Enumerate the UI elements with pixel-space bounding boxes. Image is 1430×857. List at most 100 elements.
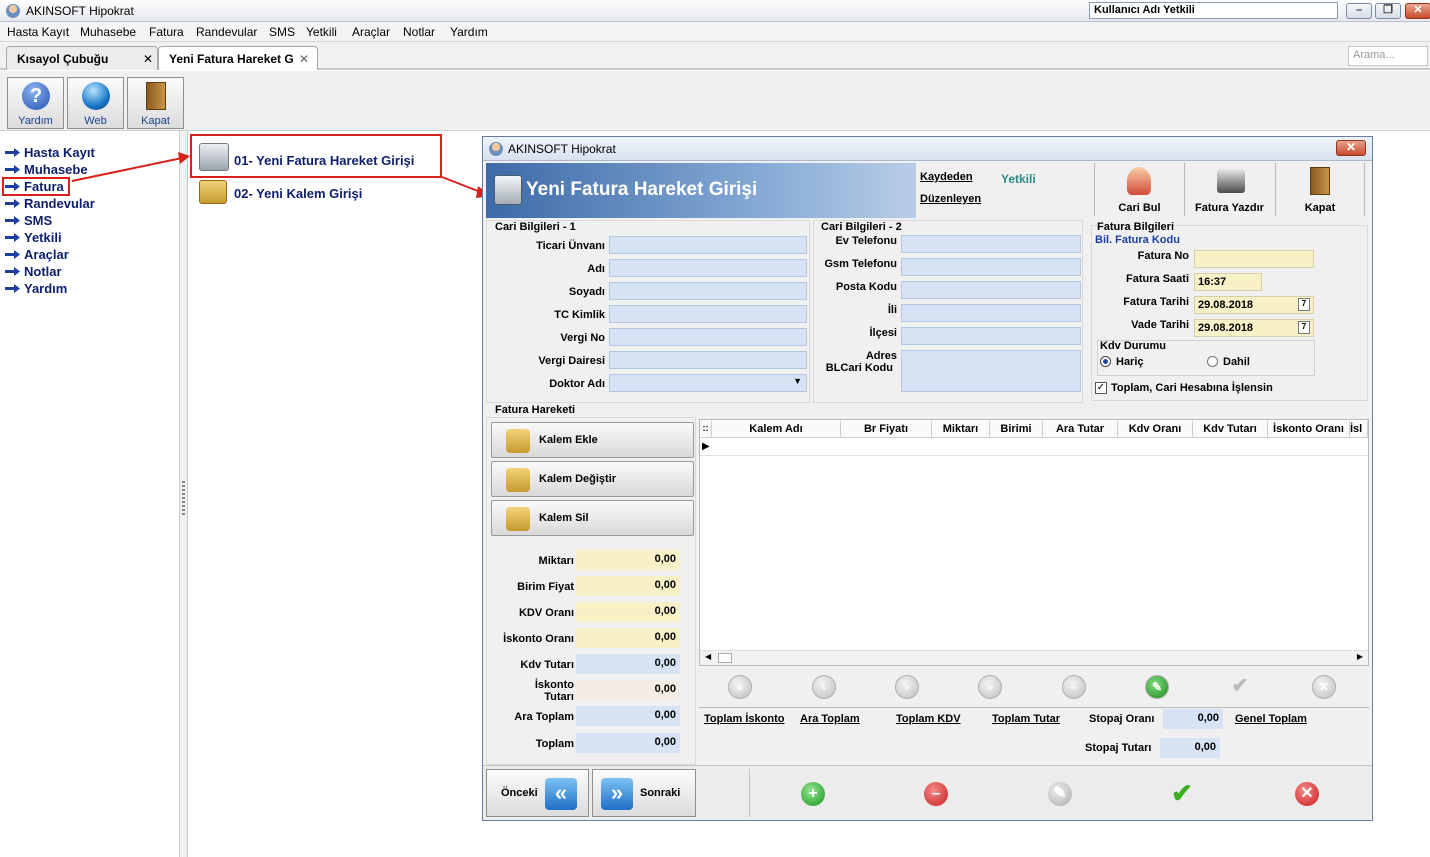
vade-tarihi-value: 29.08.2018 <box>1198 322 1254 334</box>
dialog-title-bar: AKINSOFT Hipokrat ✕ <box>483 137 1372 161</box>
vergi-no-field[interactable] <box>609 328 807 346</box>
banner-title: Yeni Fatura Hareket Girişi <box>526 179 758 200</box>
fatura-saati-field[interactable]: 16:37 <box>1194 273 1262 291</box>
nav-last-icon[interactable]: » <box>978 675 1002 699</box>
cari-2-title: Cari Bilgileri - 2 <box>821 221 902 233</box>
iskonto-orani-value[interactable]: 0,00 <box>576 628 680 648</box>
kalem-grid[interactable]: :: Kalem Adı Br Fiyatı Miktarı Birimi Ar… <box>699 419 1369 666</box>
ticari-unvani-field[interactable] <box>609 236 807 254</box>
nav-first-icon[interactable]: « <box>728 675 752 699</box>
ara-toplam-value: 0,00 <box>576 706 680 726</box>
miktar-value[interactable]: 0,00 <box>576 550 680 570</box>
posta-kodu-label: Posta Kodu <box>835 281 897 293</box>
nav-cancel-icon[interactable]: ✕ <box>1312 675 1336 699</box>
col-kalem-adi[interactable]: Kalem Adı <box>712 421 841 438</box>
duzenleyen-link[interactable]: Düzenleyen <box>920 193 981 205</box>
stopaj-orani-label: Stopaj Oranı <box>1089 713 1155 725</box>
table-row[interactable]: ▶ <box>700 439 1368 456</box>
kdv-tutari-label: Kdv Tutarı <box>520 659 574 671</box>
ilcesi-field[interactable] <box>901 327 1081 345</box>
coins-edit-icon <box>506 468 530 492</box>
col-kdv-tutari[interactable]: Kdv Tutarı <box>1193 421 1268 438</box>
birim-fiyat-value[interactable]: 0,00 <box>576 576 680 596</box>
adi-field[interactable] <box>609 259 807 277</box>
scroll-left-icon[interactable]: ◀ <box>705 652 711 661</box>
toplam-iskonto-link[interactable]: Toplam İskonto <box>704 713 784 725</box>
vade-tarihi-label: Vade Tarihi <box>1131 319 1189 331</box>
onceki-button[interactable]: Önceki « <box>486 769 589 817</box>
remove-icon[interactable]: – <box>924 782 948 806</box>
onceki-label: Önceki <box>501 787 538 799</box>
ilcesi-label: İlçesi <box>869 327 897 339</box>
kdv-orani-label: KDV Oranı <box>518 607 574 619</box>
adres-field[interactable] <box>901 350 1081 392</box>
toplam-tutar-link[interactable]: Toplam Tutar <box>992 713 1060 725</box>
cari-bul-button[interactable]: Cari Bul <box>1094 163 1184 216</box>
soyadi-field[interactable] <box>609 282 807 300</box>
bil-fatura-kodu-label: Bil. Fatura Kodu <box>1095 234 1180 246</box>
ticari-unvani-label: Ticari Ünvanı <box>536 240 605 252</box>
dialog-close-button[interactable]: ✕ <box>1336 140 1366 156</box>
doktor-adi-dropdown[interactable]: ▼ <box>609 374 807 392</box>
cancel-icon[interactable]: ✕ <box>1295 782 1319 806</box>
horizontal-scrollbar[interactable]: ◀ ▶ <box>700 650 1368 665</box>
kapat-button[interactable]: Kapat <box>1275 163 1365 216</box>
ara-toplam-link[interactable]: Ara Toplam <box>800 713 860 725</box>
col-kdv-orani[interactable]: Kdv Oranı <box>1118 421 1193 438</box>
ev-telefonu-field[interactable] <box>901 235 1081 253</box>
stopaj-orani-value[interactable]: 0,00 <box>1163 709 1223 729</box>
nav-prev-icon[interactable]: ‹ <box>812 675 836 699</box>
sonraki-button[interactable]: » Sonraki <box>592 769 696 817</box>
tc-kimlik-label: TC Kimlik <box>554 309 605 321</box>
vergi-dairesi-label: Vergi Dairesi <box>538 355 605 367</box>
col-br-fiyati[interactable]: Br Fiyatı <box>841 421 932 438</box>
ara-toplam-label: Ara Toplam <box>514 711 574 723</box>
nav-edit-icon[interactable]: ✎ <box>1145 675 1169 699</box>
col-birimi[interactable]: Birimi <box>990 421 1043 438</box>
coins-add-icon <box>506 429 530 453</box>
haric-radio[interactable] <box>1100 356 1111 367</box>
scroll-right-icon[interactable]: ▶ <box>1357 652 1363 661</box>
col-ara-tutar[interactable]: Ara Tutar <box>1043 421 1118 438</box>
add-icon[interactable]: + <box>801 782 825 806</box>
calendar-icon[interactable]: 7 <box>1298 298 1310 311</box>
col-iskonto-orani[interactable]: İskonto Oranı <box>1268 421 1350 438</box>
tc-kimlik-field[interactable] <box>609 305 807 323</box>
edit-icon[interactable]: ✎ <box>1048 782 1072 806</box>
chevron-left-icon: « <box>545 778 577 810</box>
toplam-checkbox[interactable]: ✓ <box>1095 382 1107 394</box>
fatura-yazdir-button[interactable]: Fatura Yazdır <box>1184 163 1274 216</box>
invoice-calculator-icon <box>494 175 522 205</box>
kalem-degistir-button[interactable]: Kalem Değiştir <box>491 461 694 497</box>
dahil-label: Dahil <box>1223 356 1250 368</box>
vergi-dairesi-field[interactable] <box>609 351 807 369</box>
kalem-sil-button[interactable]: Kalem Sil <box>491 500 694 536</box>
vergi-no-label: Vergi No <box>560 332 605 344</box>
iskonto-orani-label: İskonto Oranı <box>503 633 574 645</box>
posta-kodu-field[interactable] <box>901 281 1081 299</box>
confirm-check-icon[interactable]: ✔ <box>1170 780 1194 806</box>
calendar-icon[interactable]: 7 <box>1298 321 1310 334</box>
col-isl[interactable]: İsl <box>1350 421 1368 438</box>
vade-tarihi-field[interactable]: 29.08.2018 7 <box>1194 319 1314 337</box>
chevron-right-icon: » <box>601 778 633 810</box>
fatura-hareketi-title: Fatura Hareketi <box>495 404 576 416</box>
gsm-telefonu-field[interactable] <box>901 258 1081 276</box>
kdv-orani-value[interactable]: 0,00 <box>576 602 680 622</box>
stopaj-tutari-label: Stopaj Tutarı <box>1085 742 1152 754</box>
app-icon <box>489 142 503 156</box>
col-miktari[interactable]: Miktarı <box>932 421 990 438</box>
genel-toplam-link[interactable]: Genel Toplam <box>1235 713 1307 725</box>
nav-next-icon[interactable]: › <box>895 675 919 699</box>
nav-delete-icon[interactable]: – <box>1062 675 1086 699</box>
user-search-icon <box>1127 167 1151 195</box>
kalem-ekle-button[interactable]: Kalem Ekle <box>491 422 694 458</box>
fatura-no-field[interactable] <box>1194 250 1314 268</box>
fatura-tarihi-field[interactable]: 29.08.2018 7 <box>1194 296 1314 314</box>
ili-field[interactable] <box>901 304 1081 322</box>
scroll-thumb[interactable] <box>718 653 732 663</box>
toplam-kdv-link[interactable]: Toplam KDV <box>896 713 961 725</box>
kaydeden-link[interactable]: Kaydeden <box>920 171 973 183</box>
dahil-radio[interactable] <box>1207 356 1218 367</box>
nav-post-icon[interactable]: ✔ <box>1228 675 1252 699</box>
